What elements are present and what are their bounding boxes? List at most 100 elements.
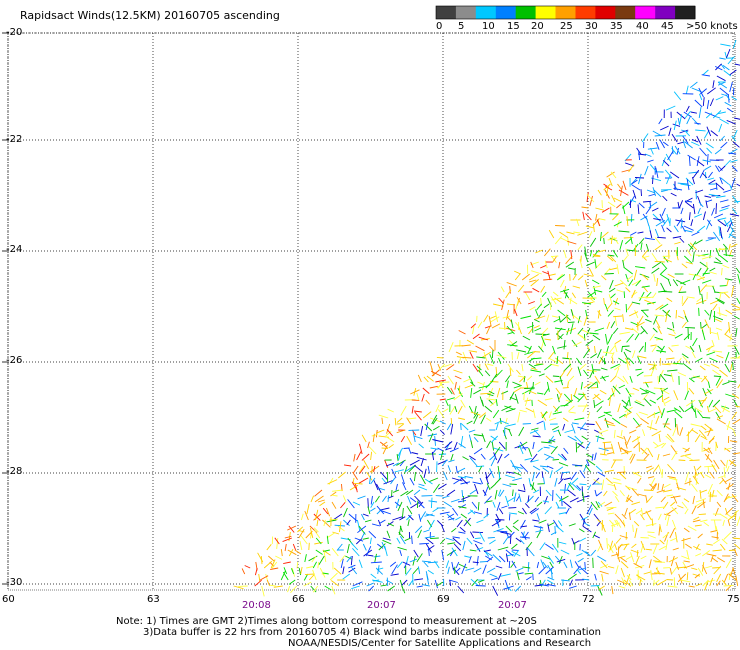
wind-barb — [331, 494, 338, 497]
wind-barb — [617, 403, 621, 413]
wind-barb — [654, 237, 661, 245]
wind-barb — [563, 561, 568, 569]
wind-barb — [496, 354, 507, 359]
wind-barb — [398, 423, 404, 429]
wind-barb — [698, 344, 702, 353]
wind-barb — [621, 513, 627, 520]
wind-barb — [701, 74, 710, 77]
wind-barb — [615, 565, 619, 575]
wind-barb — [649, 230, 653, 239]
wind-barb — [352, 547, 360, 557]
wind-barb — [416, 456, 427, 461]
wind-barb — [634, 309, 639, 319]
wind-barb — [439, 511, 450, 515]
wind-barb — [720, 141, 728, 149]
wind-barb — [540, 335, 546, 347]
wind-barb — [712, 399, 721, 408]
wind-barb — [721, 579, 727, 586]
wind-barb — [538, 566, 547, 575]
wind-barb — [583, 463, 588, 473]
wind-barb — [563, 501, 572, 509]
wind-barb — [647, 425, 658, 431]
wind-barb — [604, 273, 614, 275]
wind-barb — [693, 516, 700, 521]
wind-barb — [585, 441, 591, 450]
wind-barb — [688, 212, 691, 221]
wind-barb — [577, 275, 584, 281]
wind-barb — [489, 573, 498, 578]
wind-barb — [347, 499, 355, 509]
wind-barb — [557, 309, 566, 317]
wind-barb — [614, 307, 621, 311]
wind-barb — [369, 507, 376, 512]
wind-barb — [455, 351, 462, 356]
wind-barb — [435, 379, 446, 383]
wind-barb — [703, 521, 710, 527]
wind-barb — [683, 255, 693, 264]
legend-label: 35 — [610, 21, 623, 32]
wind-barb — [595, 400, 604, 407]
wind-barb — [565, 255, 573, 265]
wind-map — [2, 5, 740, 597]
wind-barb — [475, 345, 485, 352]
wind-barb — [472, 363, 479, 372]
wind-barb — [610, 375, 617, 383]
wind-barb — [461, 344, 471, 347]
wind-barb — [685, 201, 694, 209]
wind-barb — [573, 395, 581, 401]
wind-barb — [712, 80, 715, 89]
wind-barb — [294, 549, 302, 555]
wind-barb — [500, 573, 511, 577]
wind-barb — [628, 396, 631, 407]
wind-barb — [531, 270, 542, 275]
wind-barb — [483, 351, 488, 362]
wind-barb — [298, 567, 302, 576]
wind-barb — [665, 357, 675, 360]
wind-barb — [661, 469, 664, 479]
wind-barb — [688, 156, 691, 167]
wind-barb — [643, 571, 651, 575]
wind-barb — [308, 542, 310, 551]
wind-barb — [652, 213, 661, 222]
wind-barb — [442, 408, 449, 413]
wind-barb — [303, 581, 312, 587]
wind-barb — [314, 509, 319, 521]
wind-barb — [558, 512, 567, 515]
wind-barb — [502, 535, 510, 545]
wind-barb — [417, 566, 421, 575]
wind-barb — [590, 549, 597, 556]
wind-barb — [694, 524, 702, 527]
wind-barb — [636, 371, 644, 377]
wind-barb — [699, 284, 708, 293]
wind-barb — [490, 483, 496, 489]
wind-barb — [717, 217, 727, 221]
wind-barb — [533, 318, 540, 323]
wind-barb — [677, 372, 687, 377]
wind-barb — [724, 101, 732, 107]
wind-barb — [711, 557, 719, 563]
wind-barb — [599, 429, 609, 434]
wind-barb — [483, 513, 490, 519]
wind-barb — [562, 357, 572, 360]
wind-barb — [573, 387, 578, 397]
wind-barb — [558, 541, 567, 545]
wind-barb — [661, 290, 673, 293]
wind-barb — [600, 231, 609, 239]
wind-barb — [244, 565, 251, 569]
wind-barb — [441, 524, 445, 533]
wind-barb — [630, 213, 633, 223]
wind-barb — [666, 579, 674, 581]
wind-barb — [453, 393, 463, 401]
wind-barb — [432, 425, 440, 431]
wind-barb — [604, 469, 614, 473]
wind-barb — [515, 300, 519, 311]
wind-barb — [643, 489, 654, 491]
wind-barb — [433, 483, 440, 493]
wind-barb — [491, 577, 499, 581]
wind-barb — [455, 561, 460, 569]
wind-barb — [712, 350, 723, 353]
wind-barb — [600, 357, 607, 365]
wind-barb — [685, 326, 696, 329]
wind-barb — [461, 489, 464, 498]
wind-barb — [557, 520, 563, 527]
